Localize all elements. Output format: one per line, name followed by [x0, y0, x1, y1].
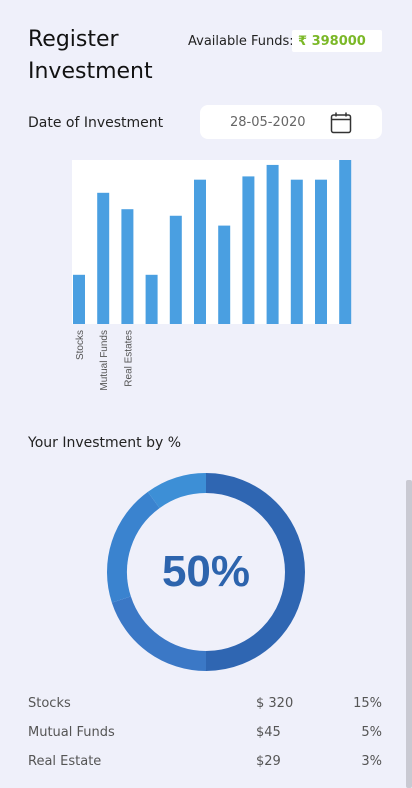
- date-value: 28-05-2020: [230, 115, 306, 130]
- investment-name: Real Estate: [28, 754, 102, 769]
- bar-12: [339, 160, 352, 324]
- bar-5: [169, 215, 182, 324]
- scrollbar-thumb[interactable]: [406, 480, 412, 788]
- investment-amount: $45: [256, 725, 281, 740]
- bar-2: [97, 192, 110, 324]
- investment-amount: $29: [256, 754, 281, 769]
- investment-donut-chart: 50%: [107, 473, 305, 671]
- list-item[interactable]: Mutual Funds $45 5%: [28, 721, 382, 750]
- date-of-investment-label: Date of Investment: [28, 115, 164, 131]
- page-title-line2: Investment: [28, 59, 153, 84]
- date-picker[interactable]: 28-05-2020: [200, 105, 382, 139]
- bar-6: [194, 179, 206, 324]
- bar-chart-svg: Stocks Mutual Funds Real Estates: [73, 160, 352, 391]
- investment-percent: 3%: [361, 754, 382, 769]
- donut-center-label: 50%: [161, 547, 251, 596]
- investment-percent: 5%: [361, 725, 382, 740]
- available-funds-value: ₹ 398000: [292, 30, 382, 52]
- available-funds-label: Available Funds:: [188, 34, 294, 49]
- bar-3: [121, 209, 134, 324]
- bar-7: [218, 225, 231, 324]
- bar-9: [266, 164, 279, 324]
- bar-11: [315, 179, 327, 324]
- x-tick-label: Real Estates: [123, 330, 134, 387]
- investment-bar-chart: Stocks Mutual Funds Real Estates: [60, 158, 360, 408]
- investment-name: Mutual Funds: [28, 725, 115, 740]
- investment-amount: $ 320: [256, 696, 294, 711]
- bar-10: [290, 179, 303, 324]
- x-tick-label: Stocks: [75, 330, 86, 360]
- list-item[interactable]: Real Estate $29 3%: [28, 750, 382, 779]
- bar-8: [242, 176, 255, 324]
- bar-1: [73, 274, 85, 324]
- list-item[interactable]: Stocks $ 320 15%: [28, 692, 382, 721]
- bar-4: [145, 274, 158, 324]
- calendar-icon[interactable]: [330, 112, 352, 134]
- investment-list: Stocks $ 320 15% Mutual Funds $45 5% Rea…: [28, 692, 382, 779]
- page-title: Register Investment: [28, 24, 153, 88]
- investment-name: Stocks: [28, 696, 71, 711]
- investment-percent-title: Your Investment by %: [28, 435, 182, 451]
- x-tick-label: Mutual Funds: [99, 330, 110, 391]
- investment-percent: 15%: [353, 696, 382, 711]
- page-title-line1: Register: [28, 27, 119, 52]
